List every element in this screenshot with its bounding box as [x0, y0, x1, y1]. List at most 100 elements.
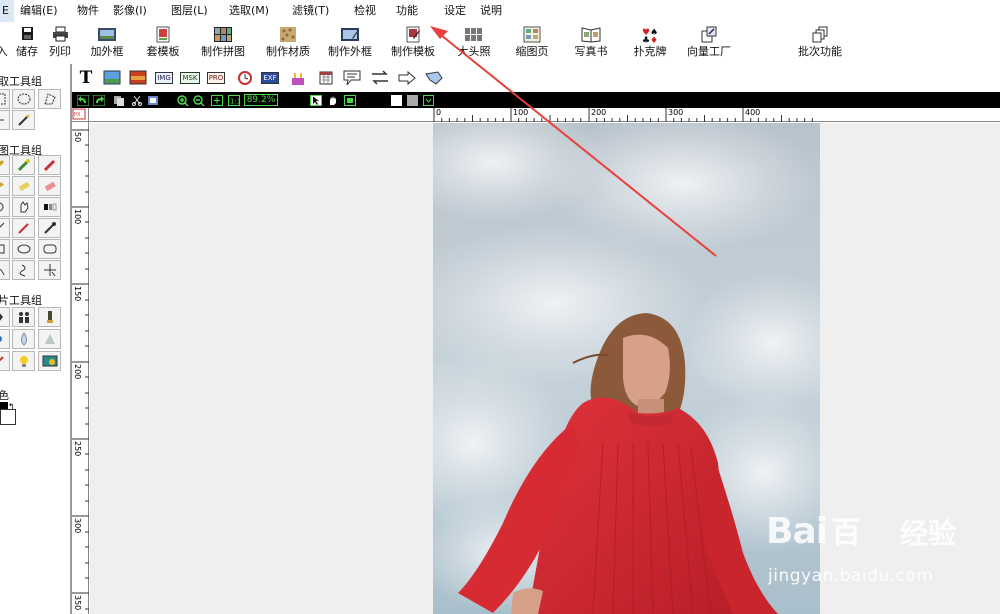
calendar-button[interactable]	[316, 68, 336, 87]
lasso-select-tool[interactable]	[38, 89, 61, 109]
print-icon	[53, 26, 68, 42]
swap-arrows-button[interactable]	[370, 68, 390, 87]
vector-factory-button[interactable]: 向量工厂	[683, 26, 735, 62]
zoom-level-field[interactable]: 89.2%	[244, 94, 278, 106]
save-button[interactable]: 储存	[14, 26, 40, 62]
bg-swatch[interactable]	[406, 94, 419, 106]
pro-button[interactable]: PRO	[206, 68, 226, 87]
sparkle-tool[interactable]	[0, 329, 10, 349]
redo-button[interactable]	[92, 94, 105, 106]
move-tool[interactable]	[0, 110, 10, 130]
watermark-logo-end: 百	[831, 516, 861, 551]
id-photo-button[interactable]: 大头照	[455, 26, 493, 62]
thumbnail-page-button[interactable]: 缩图页	[513, 26, 551, 62]
speech-bubble-button[interactable]	[342, 68, 362, 87]
menu-settings[interactable]: 设定	[444, 0, 466, 22]
poker-card-button[interactable]: ♥ ♠ ♣ ♦ 扑克牌	[631, 26, 669, 62]
open-button[interactable]: 入	[0, 26, 8, 62]
add-frame-button[interactable]: 加外框	[88, 26, 126, 62]
undo-button[interactable]	[76, 94, 89, 106]
background-color[interactable]	[0, 409, 16, 425]
magic-wand-tool[interactable]	[12, 110, 35, 130]
lightbulb-icon	[19, 356, 28, 367]
menu-edit[interactable]: 编辑(E)	[20, 0, 58, 22]
make-collage-button[interactable]: 制作拼图	[198, 26, 248, 62]
menu-view[interactable]: 检视	[354, 0, 376, 22]
smudge-tool[interactable]	[38, 176, 61, 196]
cut-button[interactable]	[130, 94, 143, 106]
img-button[interactable]: IMG	[154, 68, 174, 87]
star-arrow-button[interactable]	[424, 68, 444, 87]
cake-button[interactable]	[288, 68, 308, 87]
cone-tool[interactable]	[38, 329, 61, 349]
pointer-button[interactable]	[309, 94, 322, 106]
node-edit-tool[interactable]	[38, 260, 61, 280]
rect-shape-tool[interactable]	[0, 239, 10, 259]
menu-filter[interactable]: 滤镜(T)	[292, 0, 329, 22]
hand-tool[interactable]	[12, 197, 35, 217]
eyedropper-tool[interactable]	[38, 218, 61, 238]
clock-button[interactable]	[235, 68, 255, 87]
ruler-corner[interactable]: PX	[72, 108, 89, 122]
pen-tool[interactable]	[0, 155, 10, 175]
apply-template-button[interactable]: 套模板	[144, 26, 182, 62]
gradient-tool[interactable]	[38, 197, 61, 217]
curve-tool[interactable]	[0, 260, 10, 280]
ellipse-shape-tool[interactable]	[12, 239, 35, 259]
zoom-out-button[interactable]	[192, 94, 205, 106]
insert-gradient-button[interactable]	[128, 68, 148, 87]
fg-swatch[interactable]	[390, 94, 403, 106]
sharpen-tool[interactable]	[0, 307, 10, 327]
arrow-right-button[interactable]	[397, 68, 417, 87]
crop-button[interactable]	[343, 94, 356, 106]
menu-image[interactable]: 影像(I)	[113, 0, 147, 22]
insert-image-button[interactable]	[102, 68, 122, 87]
clone-tool[interactable]	[12, 307, 35, 327]
make-template-button[interactable]: 制作模板	[388, 26, 438, 62]
screen-tool[interactable]	[38, 351, 61, 371]
brush-icon	[17, 159, 30, 172]
lightbulb-tool[interactable]	[12, 351, 35, 371]
brush-tool[interactable]	[12, 155, 35, 175]
vruler-label-350: 350	[73, 595, 82, 611]
red-brush-tool[interactable]	[0, 351, 10, 371]
msk-button[interactable]: MSK	[180, 68, 200, 87]
paste-button[interactable]	[146, 94, 159, 106]
swatch-dropdown[interactable]	[422, 94, 435, 106]
line-tool[interactable]	[0, 218, 10, 238]
swap-colors-icon[interactable]: ↰	[8, 402, 15, 411]
ellipse-select-tool[interactable]	[12, 89, 35, 109]
rect-select-tool[interactable]	[0, 89, 10, 109]
make-frame-button[interactable]: 制作外框	[325, 26, 375, 62]
hruler-label-400: 400	[745, 108, 761, 117]
copy-button[interactable]	[112, 94, 125, 106]
water-drop-tool[interactable]	[12, 329, 35, 349]
exif-button[interactable]: EXF	[260, 68, 280, 87]
stamp-tool[interactable]	[0, 197, 10, 217]
rounded-rect-tool[interactable]	[38, 239, 61, 259]
red-pen-tool[interactable]	[12, 218, 35, 238]
text-tool-button[interactable]: T	[76, 68, 96, 88]
batch-icon	[812, 26, 828, 43]
menu-function[interactable]: 功能	[396, 0, 418, 22]
menu-help[interactable]: 说明	[480, 0, 502, 22]
print-button[interactable]: 列印	[47, 26, 73, 62]
menu-object[interactable]: 物件	[77, 0, 99, 22]
menu-file[interactable]: E	[0, 0, 14, 22]
pencil-tool[interactable]	[38, 307, 61, 327]
main-toolbar: 入 储存 列印 加外框 套模板 制作拼图 制作材质 制作外框 制作模板 大头照 …	[0, 22, 1000, 64]
eraser-tool[interactable]	[12, 176, 35, 196]
pan-button[interactable]	[326, 94, 339, 106]
freehand-tool[interactable]	[12, 260, 35, 280]
make-texture-button[interactable]: 制作材质	[263, 26, 313, 62]
menu-select[interactable]: 选取(M)	[229, 0, 269, 22]
fill-tool[interactable]	[0, 176, 10, 196]
menu-layer[interactable]: 图层(L)	[171, 0, 208, 22]
fit-window-button[interactable]	[210, 94, 223, 106]
photo-book-button[interactable]: 写真书	[572, 26, 610, 62]
zoom-in-button[interactable]	[176, 94, 189, 106]
photo-document[interactable]	[433, 123, 820, 614]
airbrush-tool[interactable]	[38, 155, 61, 175]
batch-button[interactable]: 批次功能	[794, 26, 846, 62]
actual-size-button[interactable]: 1:1	[227, 94, 240, 106]
